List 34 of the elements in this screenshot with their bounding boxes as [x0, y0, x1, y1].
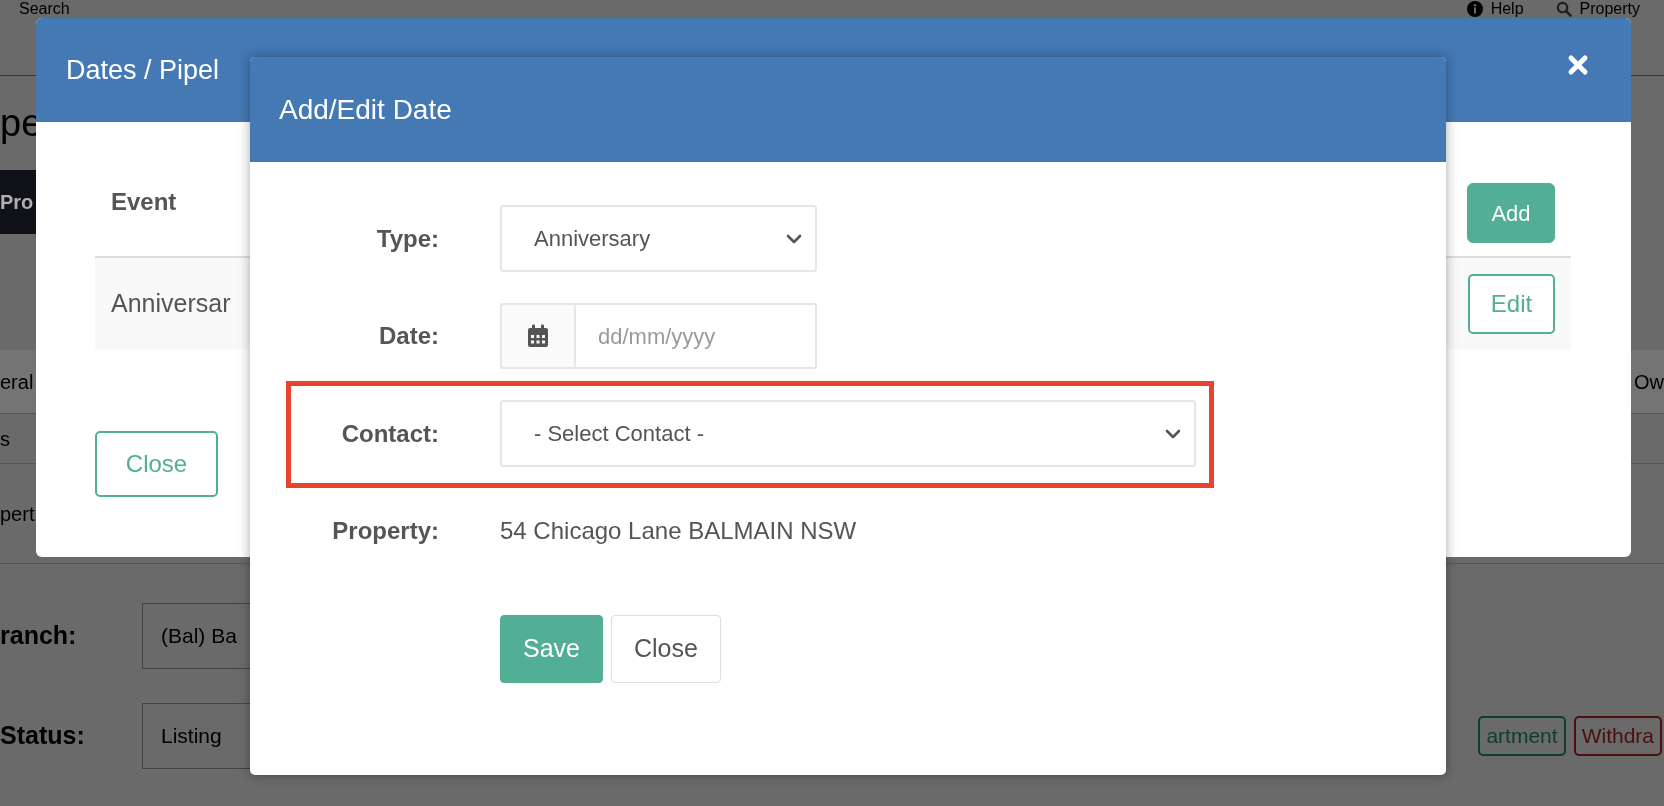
row-label: pert — [0, 501, 35, 527]
field-label: Type: — [375, 223, 439, 254]
date-input[interactable]: dd/mm/yyyy — [574, 303, 817, 369]
type-select[interactable]: Anniversary — [500, 205, 817, 272]
field-label: Property: — [331, 516, 439, 546]
field-label: Contact: — [340, 418, 439, 449]
row-label: s — [0, 426, 10, 452]
search-icon — [1555, 1, 1572, 17]
contact-select[interactable]: - Select Contact - — [500, 400, 1196, 467]
calendar-icon — [527, 324, 549, 348]
help-link[interactable]: Help — [1490, 1, 1524, 17]
close-icon[interactable] — [1567, 54, 1589, 76]
tab-label[interactable]: Pro — [0, 187, 34, 217]
modal-title: Dates / Pipel — [66, 53, 220, 87]
field-label: Status: — [0, 720, 86, 752]
table-cell-text: Anniversar — [111, 288, 231, 320]
row-label: Ow — [1634, 369, 1664, 395]
edit-button[interactable]: Edit — [1468, 274, 1555, 334]
save-button[interactable]: Save — [500, 615, 603, 683]
tag: Withdra — [1573, 716, 1662, 756]
property-value: 54 Chicago Lane BALMAIN NSW — [500, 516, 858, 546]
field-label: Date: — [378, 321, 439, 351]
calendar-button[interactable] — [500, 303, 574, 369]
row-label: eral — [0, 369, 34, 395]
close-button[interactable]: Close — [95, 431, 218, 497]
modal-title: Add/Edit Date — [279, 92, 452, 127]
add-button[interactable]: Add — [1467, 183, 1555, 243]
column-header: Event — [111, 187, 177, 217]
property-search-link[interactable]: Property — [1579, 1, 1640, 17]
search-text: Search — [19, 1, 70, 19]
info-icon — [1466, 1, 1483, 17]
field-label: ranch: — [0, 620, 78, 652]
close-button[interactable]: Close — [611, 615, 721, 683]
tag: artment — [1478, 716, 1566, 756]
